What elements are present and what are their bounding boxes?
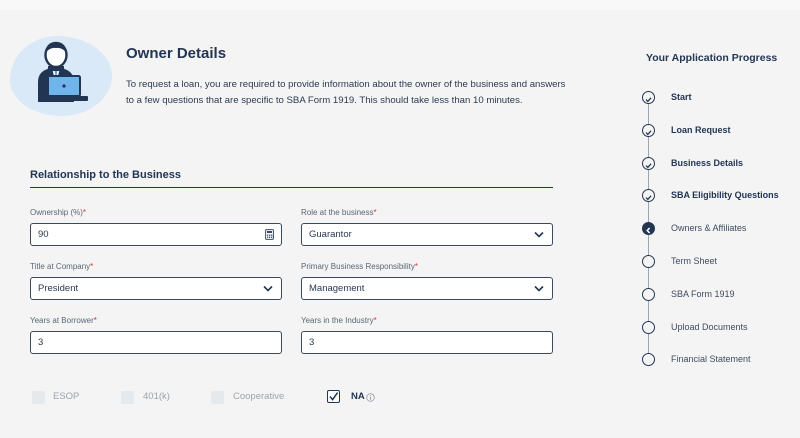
primary-responsibility-value: Management <box>309 283 365 294</box>
checkmark-icon <box>329 392 339 401</box>
role-label: Role at the business* <box>301 208 377 217</box>
required-marker: * <box>373 316 377 325</box>
title-at-company-label: Title at Company* <box>30 262 94 271</box>
businessman-at-laptop-icon <box>38 41 88 102</box>
progress-step[interactable]: Term Sheet <box>671 256 717 266</box>
section-title-relationship: Relationship to the Business <box>30 169 181 181</box>
progress-step[interactable]: Financial Statement <box>671 354 751 364</box>
info-icon[interactable] <box>366 393 375 402</box>
na-label: NA <box>351 391 365 402</box>
role-select[interactable]: Guarantor <box>301 223 553 246</box>
ownership-value: 90 <box>38 229 49 240</box>
chevron-down-icon <box>534 285 544 292</box>
years-at-borrower-label: Years at Borrower* <box>30 316 97 325</box>
progress-step[interactable]: Start <box>671 92 692 102</box>
years-at-borrower-input[interactable]: 3 <box>30 331 282 354</box>
check-circle-icon <box>645 195 652 201</box>
progress-title: Your Application Progress <box>646 52 778 64</box>
progress-step[interactable]: SBA Eligibility Questions <box>671 190 779 200</box>
chevron-down-icon <box>263 285 273 292</box>
years-in-industry-input[interactable]: 3 <box>301 331 553 354</box>
role-value: Guarantor <box>309 229 352 240</box>
check-circle-icon <box>645 97 652 103</box>
chevron-left-icon <box>646 227 651 234</box>
step-status-icon <box>642 320 655 334</box>
step-status-icon <box>642 189 655 203</box>
step-status-icon <box>642 222 655 236</box>
progress-step[interactable]: Business Details <box>671 158 743 168</box>
step-status-icon <box>642 123 655 137</box>
ownership-label: Ownership (%)* <box>30 208 87 217</box>
years-in-industry-value: 3 <box>309 337 315 348</box>
title-at-company-select[interactable]: President <box>30 277 282 300</box>
401k-checkbox[interactable] <box>121 391 134 404</box>
required-marker: * <box>414 262 418 271</box>
progress-step[interactable]: Owners & Affiliates <box>671 223 746 233</box>
top-band <box>0 0 800 10</box>
page-title: Owner Details <box>126 45 227 62</box>
esop-checkbox[interactable] <box>32 391 45 404</box>
ownership-input[interactable]: 90 <box>30 223 282 246</box>
section-divider <box>30 187 553 188</box>
calculator-icon[interactable] <box>265 229 274 240</box>
progress-step[interactable]: SBA Form 1919 <box>671 289 735 299</box>
step-status-icon <box>642 255 655 268</box>
required-marker: * <box>90 262 94 271</box>
required-marker: * <box>373 208 377 217</box>
chevron-down-icon <box>534 231 544 238</box>
years-at-borrower-value: 3 <box>38 337 44 348</box>
required-marker: * <box>93 316 97 325</box>
step-status-icon <box>642 156 655 170</box>
step-status-icon <box>642 91 655 104</box>
required-marker: * <box>82 208 87 217</box>
esop-label: ESOP <box>53 391 80 402</box>
progress-step[interactable]: Upload Documents <box>671 322 748 332</box>
cooperative-label: Cooperative <box>233 391 285 402</box>
progress-step[interactable]: Loan Request <box>671 125 731 135</box>
401k-label: 401(k) <box>143 391 170 402</box>
check-circle-icon <box>645 130 652 136</box>
na-checkbox[interactable] <box>327 390 340 403</box>
intro-text: To request a loan, you are required to p… <box>126 79 566 106</box>
years-in-industry-label: Years in the Industry* <box>301 316 377 325</box>
cooperative-checkbox[interactable] <box>211 391 224 404</box>
title-at-company-value: President <box>38 283 79 294</box>
primary-responsibility-select[interactable]: Management <box>301 277 553 300</box>
check-circle-icon <box>645 162 652 168</box>
primary-responsibility-label: Primary Business Responsibility* <box>301 262 418 271</box>
step-status-icon <box>642 287 655 301</box>
